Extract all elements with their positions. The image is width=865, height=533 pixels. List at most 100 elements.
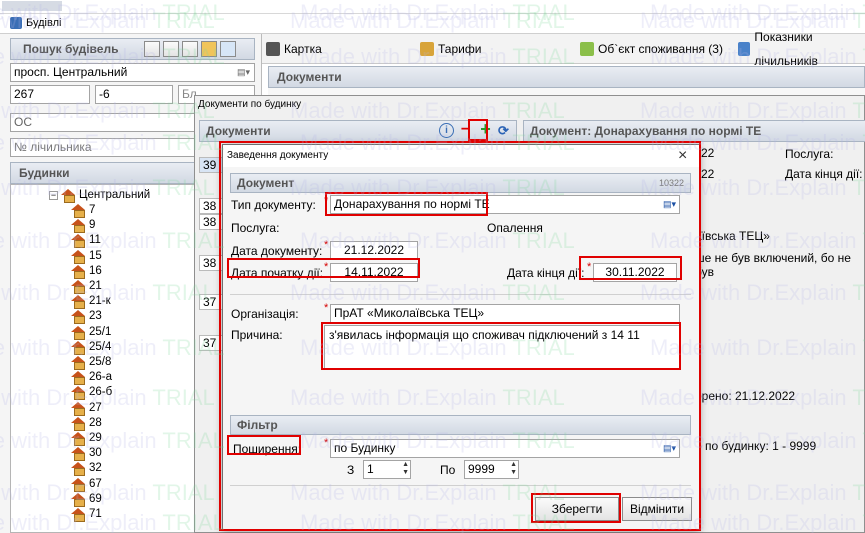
tree-root-label: Центральний (79, 189, 151, 201)
building-label: 29 (89, 432, 102, 444)
to-spinner[interactable]: 9999 ▲ ▼ (464, 460, 519, 479)
tab-tariffs-label: Тарифи (438, 42, 482, 56)
bg-reason-snippet: ше не був включений, бо не був (695, 251, 851, 279)
tree-item-building[interactable]: 26-а (71, 370, 113, 386)
spread-select[interactable]: по Будинку ▤▾ (330, 439, 680, 458)
house-icon (71, 386, 86, 401)
tree-root-street[interactable]: − Центральний (49, 188, 151, 203)
tree-item-building[interactable]: 71 (71, 507, 102, 522)
building-label: 16 (89, 264, 102, 277)
tree-item-building[interactable]: 27 (71, 401, 102, 416)
doc-list-row[interactable]: 37 (199, 335, 223, 351)
end-date-input[interactable]: 30.11.2022 (593, 263, 677, 282)
tree-item-building[interactable]: 15 (71, 249, 102, 264)
divider (230, 485, 691, 486)
doc-type-value: Донарахування по нормі ТЕ (334, 197, 490, 211)
add-icon[interactable] (163, 41, 179, 57)
organization-input[interactable]: ПрАТ «Миколаївська ТЕЦ» (330, 304, 680, 323)
tree-item-building[interactable]: 30 (71, 446, 102, 462)
street-select[interactable]: просп. Центральний ▤▾ (10, 63, 255, 82)
building-label: 26-а (89, 371, 113, 384)
house-icon (71, 325, 86, 340)
quick-access-icons[interactable] (2, 1, 62, 11)
dropdown-icon[interactable]: ▤▾ (663, 440, 676, 457)
dropdown-icon[interactable]: ▤▾ (237, 64, 250, 81)
new-document-icon[interactable] (144, 41, 160, 57)
filter-section-title: Фільтр (237, 418, 278, 432)
tree-item-building[interactable]: 11 (71, 233, 101, 249)
edit-icon[interactable] (182, 41, 198, 57)
tree-item-building[interactable]: 21 (71, 279, 102, 294)
korpus-input[interactable]: -6 (95, 85, 173, 104)
reason-label: Причина: (231, 328, 283, 342)
reason-textarea[interactable]: з'явилась інформація що споживач підключ… (324, 325, 680, 369)
tab-card[interactable]: Картка (266, 37, 322, 61)
building-label: 28 (89, 416, 102, 429)
house-icon (71, 264, 86, 279)
house-icon (71, 340, 86, 355)
doc-details-title: Документ: Донарахування по нормі ТЕ (530, 124, 762, 138)
start-date-input[interactable]: 14.11.2022 (330, 263, 418, 282)
dropdown-icon[interactable]: ▤▾ (663, 196, 676, 213)
tab-meters[interactable]: Показники лічильників (738, 30, 865, 68)
tree-item-building[interactable]: 25/1 (71, 325, 111, 340)
doc-list-row[interactable]: 38 (199, 255, 223, 271)
refresh-icon[interactable]: ⟳ (496, 123, 511, 138)
house-icon (71, 356, 86, 370)
required-mark: * (324, 195, 329, 207)
spinner-arrows-icon[interactable]: ▲ ▼ (402, 461, 409, 477)
list-icon[interactable] (220, 41, 236, 57)
house-icon (71, 462, 86, 477)
tree-item-building[interactable]: 28 (71, 416, 102, 431)
add-document-icon[interactable]: + (478, 120, 493, 138)
tree-item-building[interactable]: 9 (71, 218, 95, 234)
tree-item-building[interactable]: 26-б (71, 385, 112, 401)
house-number-input[interactable]: 267 (10, 85, 90, 104)
tree-item-building[interactable]: 67 (71, 477, 102, 492)
filter-icon[interactable] (201, 41, 217, 57)
tree-item-building[interactable]: 23 (71, 309, 102, 325)
bg-service-label: Послуга: (785, 147, 834, 161)
bg-value-2: 22 (701, 167, 715, 181)
buildings-title: Будинки (19, 166, 70, 180)
from-spinner[interactable]: 1 ▲ ▼ (363, 460, 411, 479)
tree-item-building[interactable]: 25/4 (71, 340, 112, 355)
remove-icon[interactable]: − (458, 122, 473, 138)
doc-list-title: Документи (206, 124, 271, 138)
window-icon (10, 17, 22, 29)
doc-list-row[interactable]: 39 (199, 157, 223, 173)
end-date-label: Дата кінця дії: (507, 266, 585, 280)
cancel-button[interactable]: Відмінити (622, 497, 692, 521)
close-icon[interactable]: × (678, 147, 687, 165)
building-label: 32 (89, 462, 102, 475)
tab-consumption-object[interactable]: Об`єкт споживання (3) (580, 37, 723, 61)
tree-item-building[interactable]: 7 (71, 203, 95, 218)
save-button[interactable]: Зберегти (535, 497, 619, 521)
info-icon[interactable]: i (439, 123, 454, 138)
tab-tariffs[interactable]: Тарифи (420, 37, 481, 61)
doc-list-row[interactable]: 38 (199, 198, 223, 214)
doc-list-row[interactable]: 37 (199, 294, 223, 310)
doc-list-row[interactable]: 38 (199, 214, 223, 230)
doc-type-select[interactable]: Донарахування по нормі ТЕ ▤▾ (330, 195, 680, 214)
building-label: 21 (89, 280, 102, 292)
collapse-icon[interactable]: − (49, 190, 58, 200)
tree-item-building[interactable]: 16 (71, 264, 102, 279)
tree-item-building[interactable]: 29 (71, 431, 102, 446)
street-value: просп. Центральний (14, 65, 128, 79)
tree-item-building[interactable]: 32 (71, 461, 102, 477)
divider (230, 294, 691, 295)
tree-item-building[interactable]: 21-к (71, 294, 111, 310)
bg-org-snippet: аївська ТЕЦ» (695, 229, 770, 243)
building-label: 71 (89, 508, 102, 520)
tree-item-building[interactable]: 69 (71, 492, 102, 507)
spinner-arrows-icon[interactable]: ▲ ▼ (510, 461, 517, 477)
window-title: Будівлі (26, 17, 62, 29)
building-label: 23 (89, 310, 102, 323)
doc-date-input[interactable]: 21.12.2022 (330, 241, 418, 260)
bg-value-1: 22 (701, 146, 715, 160)
dialog-titlebar: Заведення документу × (223, 145, 699, 167)
tree-item-building[interactable]: 25/8 (71, 355, 111, 370)
building-label: 25/4 (89, 340, 112, 353)
house-icon (71, 492, 86, 507)
